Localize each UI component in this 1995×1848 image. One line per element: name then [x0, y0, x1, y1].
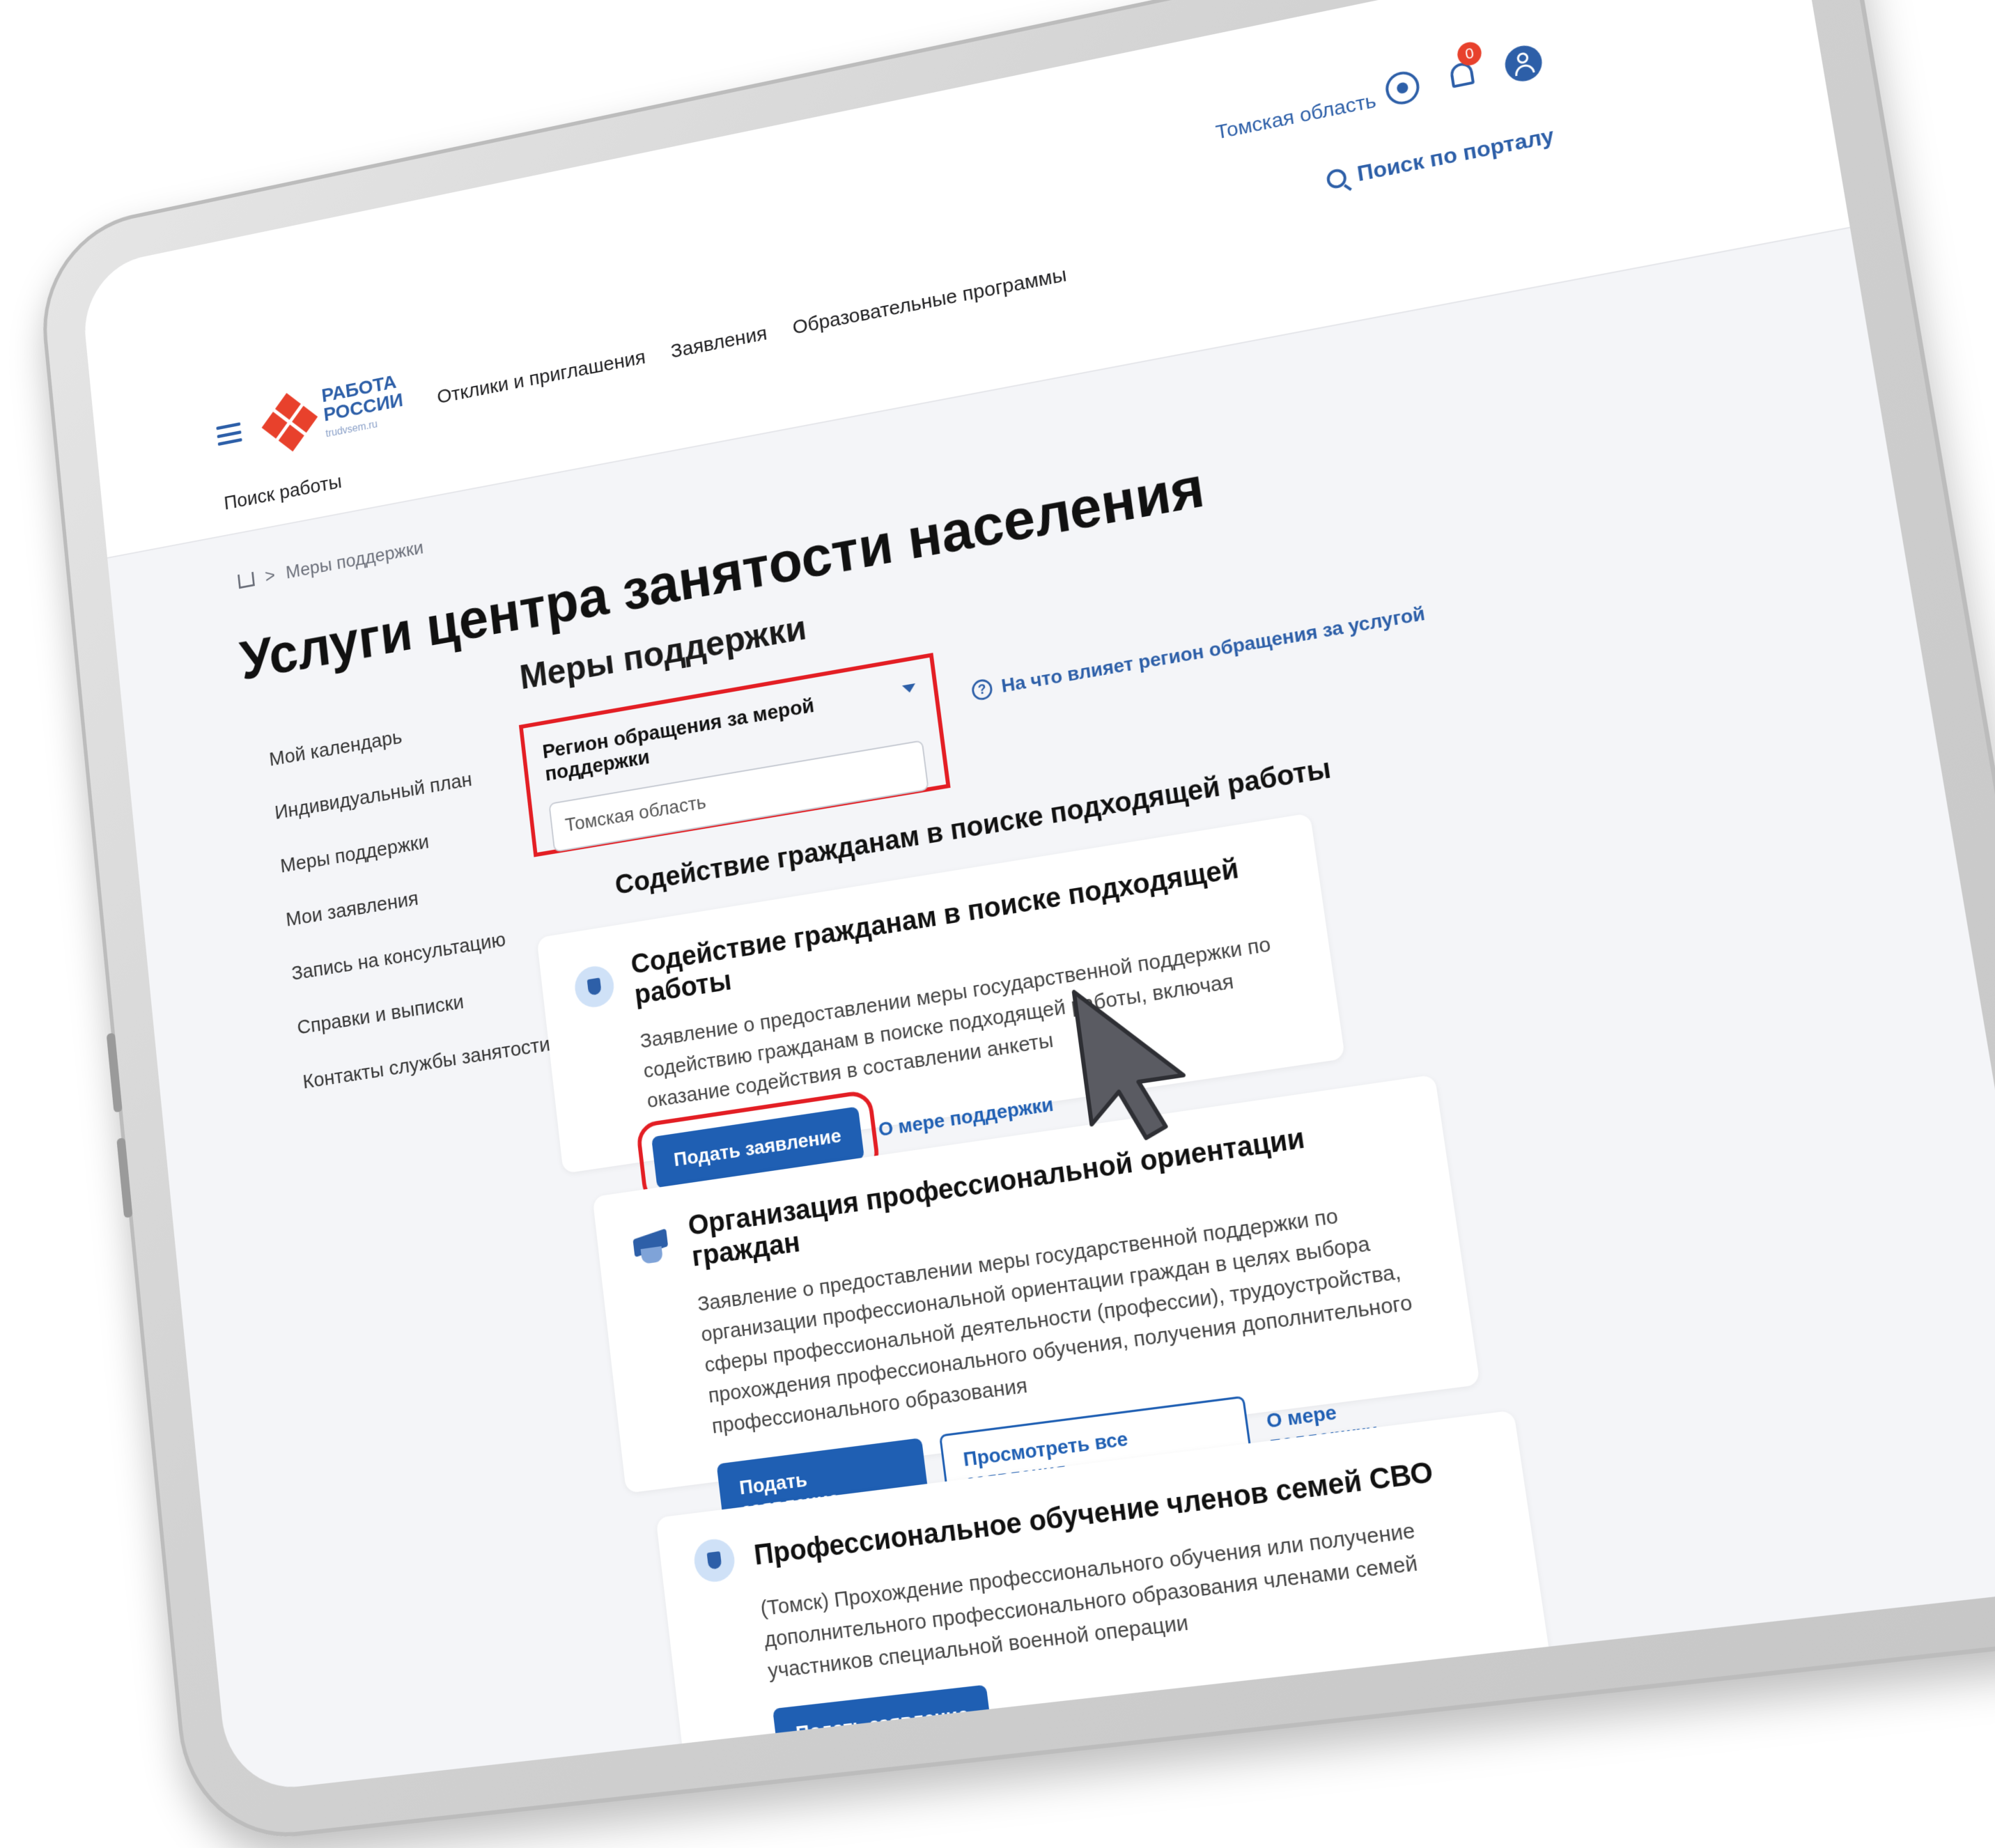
sidebar-item-consultation[interactable]: Запись на консультацию: [290, 923, 539, 985]
home-icon[interactable]: [238, 571, 255, 589]
sidebar-item-calendar[interactable]: Мой календарь: [268, 706, 514, 771]
logo-row: РАБОТА РОССИИ trudvsem.ru: [214, 371, 406, 465]
search-label: Поиск по порталу: [1355, 123, 1556, 186]
sidebar-item-my-applications[interactable]: Мои заявления: [285, 869, 533, 931]
tablet-frame: Томская область 0 Поиск по порталу РАБОТ…: [33, 0, 1995, 1848]
breadcrumb-current: Меры поддержки: [285, 536, 425, 583]
sidebar: Мой календарь Индивидуальный план Меры п…: [268, 706, 552, 1094]
header-icons: 0: [1383, 40, 1545, 109]
header-region-link[interactable]: Томская область: [1214, 90, 1377, 145]
device-screen: Томская область 0 Поиск по порталу РАБОТ…: [79, 0, 1995, 1794]
graduation-cap-icon: [629, 1225, 673, 1271]
sidebar-item-plan[interactable]: Индивидуальный план: [274, 760, 520, 824]
logo-mark-icon: [261, 392, 318, 452]
location-icon[interactable]: [1383, 68, 1422, 108]
logo-text: РАБОТА РОССИИ trudvsem.ru: [320, 371, 405, 440]
sidebar-item-support[interactable]: Меры поддержки: [279, 814, 527, 878]
portal-search[interactable]: Поиск по порталу: [1325, 123, 1555, 192]
sidebar-item-contacts[interactable]: Контакты службы занятости: [302, 1033, 551, 1094]
nav-item-applications[interactable]: Заявления: [669, 323, 768, 364]
breadcrumb: > Меры поддержки: [238, 537, 425, 592]
sidebar-item-certificates[interactable]: Справки и выписки: [296, 978, 545, 1040]
menu-icon[interactable]: [216, 422, 242, 447]
breadcrumb-separator: >: [263, 564, 277, 587]
user-icon[interactable]: [1503, 42, 1545, 85]
nav-item-responses[interactable]: Отклики и приглашения: [436, 346, 647, 409]
nav-item-job-search[interactable]: Поиск работы: [223, 471, 343, 515]
shield-icon: [573, 963, 616, 1010]
search-icon: [1326, 166, 1348, 190]
chevron-down-icon[interactable]: [901, 683, 917, 694]
mouse-cursor-icon: [1066, 967, 1213, 1153]
site-logo[interactable]: РАБОТА РОССИИ trudvsem.ru: [261, 371, 406, 456]
main-nav: Отклики и приглашения Заявления Образова…: [436, 263, 1068, 408]
help-icon: ?: [970, 678, 994, 702]
shield-icon: [692, 1537, 737, 1585]
sub-nav: Поиск работы: [223, 471, 343, 515]
nav-item-education[interactable]: Образовательные программы: [791, 263, 1068, 339]
region-help-link[interactable]: ? На что влияет регион обращения за услу…: [970, 603, 1427, 702]
bell-icon[interactable]: 0: [1444, 40, 1484, 96]
